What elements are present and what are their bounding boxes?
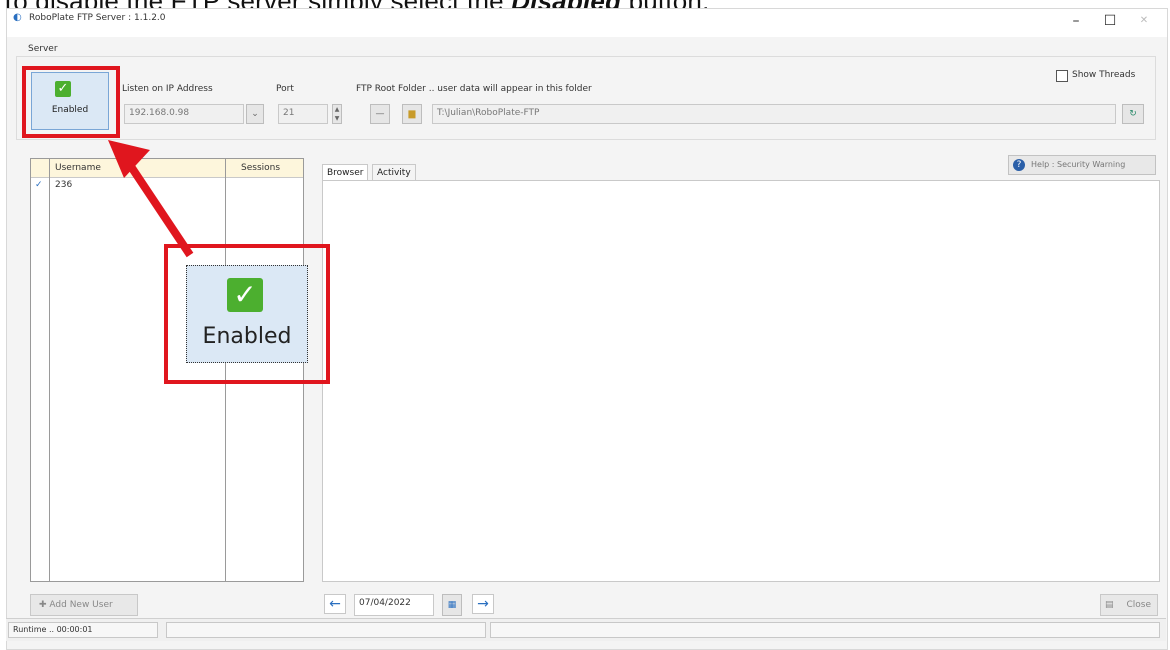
enabled-button-zoomed: ✓ Enabled bbox=[186, 265, 308, 363]
enabled-label-zoomed: Enabled bbox=[202, 324, 292, 349]
check-icon: ✓ bbox=[227, 278, 263, 312]
